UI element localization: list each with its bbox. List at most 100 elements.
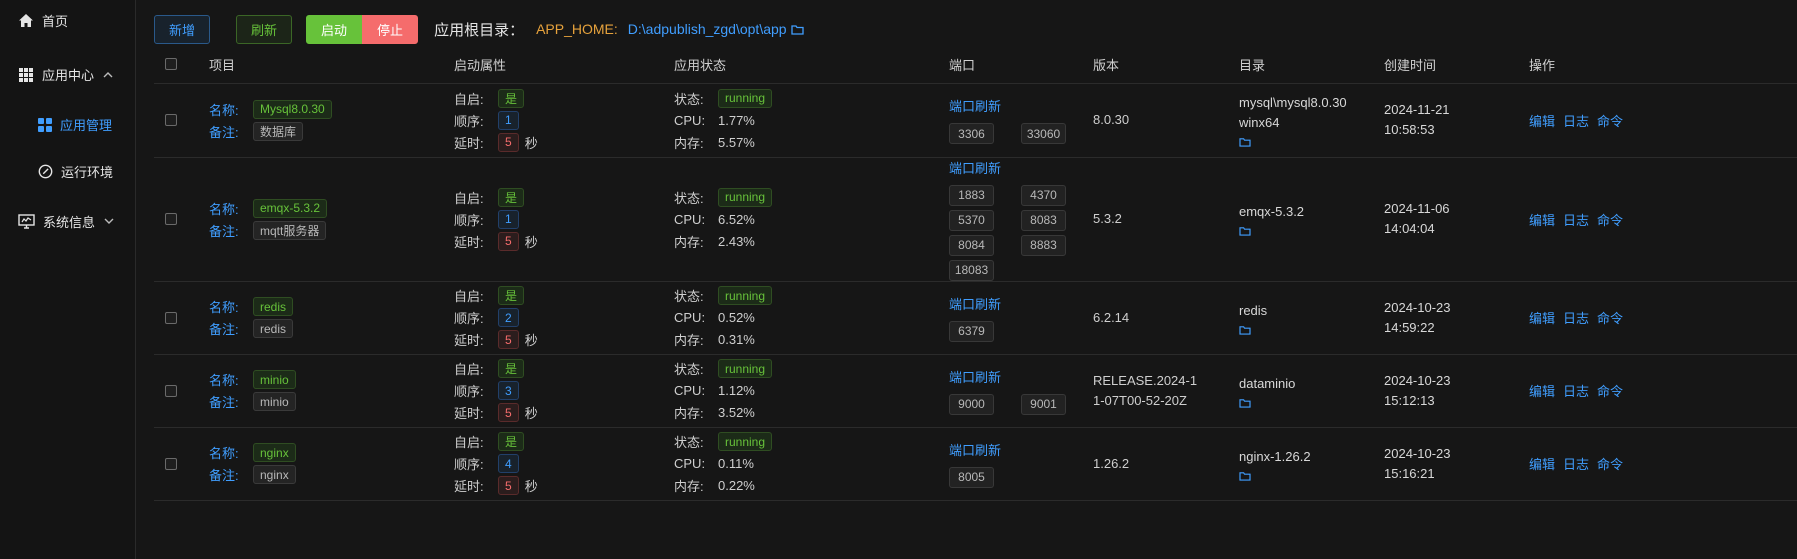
state-label: 状态: bbox=[674, 289, 704, 304]
port-cell: 端口刷新 3306 33060 bbox=[949, 83, 1093, 158]
start-attr-cell: 自启: 是 顺序: 2 延时: 5 秒 bbox=[454, 281, 674, 355]
stop-button[interactable]: 停止 bbox=[362, 14, 419, 44]
cpu-value: 0.11% bbox=[718, 456, 754, 471]
dir-name: mysql\mysql8.0.30 winx64 bbox=[1239, 95, 1347, 130]
edit-link[interactable]: 编辑 bbox=[1529, 384, 1555, 399]
delay-label: 延时: bbox=[454, 479, 484, 494]
log-link[interactable]: 日志 bbox=[1563, 213, 1589, 228]
autostart-tag: 是 bbox=[498, 88, 525, 108]
log-link[interactable]: 日志 bbox=[1563, 311, 1589, 326]
select-all-checkbox[interactable] bbox=[165, 58, 177, 71]
sidebar-item-app-center[interactable]: 应用中心 bbox=[18, 65, 113, 84]
edit-link[interactable]: 编辑 bbox=[1529, 213, 1555, 228]
cpu-value: 1.12% bbox=[718, 383, 755, 398]
order-label: 顺序: bbox=[454, 311, 484, 326]
autostart-tag: 是 bbox=[498, 432, 525, 451]
ops-cell: 编辑 日志 命令 bbox=[1529, 427, 1797, 501]
delay-tag: 5 bbox=[498, 132, 519, 152]
dir-cell: dataminio bbox=[1239, 354, 1384, 428]
sidebar-item-app-manage[interactable]: 应用管理 bbox=[38, 115, 112, 134]
cpu-value: 1.77% bbox=[718, 112, 755, 128]
note-label: 备注: bbox=[209, 124, 239, 140]
command-link[interactable]: 命令 bbox=[1597, 311, 1623, 326]
version-cell: 6.2.14 bbox=[1093, 281, 1239, 355]
folder-icon[interactable] bbox=[1239, 325, 1251, 335]
autostart-label: 自启: bbox=[454, 362, 484, 377]
folder-icon[interactable] bbox=[1239, 471, 1251, 481]
port-refresh-link[interactable]: 端口刷新 bbox=[949, 440, 1093, 459]
seconds-unit: 秒 bbox=[524, 234, 538, 250]
status-cell: 状态: running CPU: 0.52% 内存: 0.31% bbox=[674, 281, 949, 355]
edit-link[interactable]: 编辑 bbox=[1529, 114, 1555, 129]
sidebar-item-runtime-env[interactable]: 运行环境 bbox=[38, 162, 113, 181]
note-tag: redis bbox=[253, 319, 294, 338]
add-button[interactable]: 新增 bbox=[154, 14, 211, 44]
status-cell: 状态: running CPU: 1.77% 内存: 5.57% bbox=[674, 83, 949, 158]
name-label: 名称: bbox=[209, 373, 239, 388]
port-list: 8005 bbox=[949, 466, 1093, 488]
folder-icon[interactable] bbox=[1239, 226, 1251, 236]
command-link[interactable]: 命令 bbox=[1597, 213, 1623, 228]
row-checkbox[interactable] bbox=[165, 457, 177, 470]
command-link[interactable]: 命令 bbox=[1597, 114, 1623, 129]
port-badge: 8084 bbox=[949, 234, 994, 256]
created-time: 2024-10-23 15:12:13 bbox=[1384, 372, 1451, 408]
note-label: 备注: bbox=[209, 468, 239, 483]
row-checkbox[interactable] bbox=[165, 384, 177, 397]
table-row: 名称: Mysql8.0.30 备注: 数据库 自启: 是 顺序: 1 延时: 5 秒 状态… bbox=[154, 83, 1797, 158]
name-tag: nginx bbox=[253, 443, 296, 462]
select-all-cell bbox=[154, 46, 209, 84]
name-tag: minio bbox=[253, 370, 296, 389]
seconds-unit: 秒 bbox=[524, 135, 538, 151]
delay-tag: 5 bbox=[498, 403, 519, 422]
order-label: 顺序: bbox=[454, 384, 484, 399]
autostart-label: 自启: bbox=[454, 435, 484, 450]
refresh-button[interactable]: 刷新 bbox=[236, 14, 293, 44]
command-link[interactable]: 命令 bbox=[1597, 384, 1623, 399]
port-badge: 8883 bbox=[1021, 234, 1066, 256]
log-link[interactable]: 日志 bbox=[1563, 114, 1589, 129]
monitor-icon bbox=[18, 214, 35, 229]
folder-icon[interactable] bbox=[790, 24, 804, 35]
start-attr-cell: 自启: 是 顺序: 3 延时: 5 秒 bbox=[454, 354, 674, 428]
status-cell: 状态: running CPU: 1.12% 内存: 3.52% bbox=[674, 354, 949, 428]
seconds-unit: 秒 bbox=[524, 406, 538, 421]
name-tag: Mysql8.0.30 bbox=[253, 99, 332, 119]
status-cell: 状态: running CPU: 6.52% 内存: 2.43% bbox=[674, 157, 949, 282]
status-cell: 状态: running CPU: 0.11% 内存: 0.22% bbox=[674, 427, 949, 501]
sidebar-item-system-info[interactable]: 系统信息 bbox=[18, 212, 114, 231]
row-checkbox[interactable] bbox=[165, 213, 177, 225]
autostart-tag: 是 bbox=[498, 286, 525, 305]
folder-icon[interactable] bbox=[1239, 398, 1251, 408]
row-checkbox[interactable] bbox=[165, 114, 177, 126]
port-refresh-link[interactable]: 端口刷新 bbox=[949, 158, 1093, 177]
col-header-ops: 操作 bbox=[1529, 46, 1797, 84]
port-refresh-link[interactable]: 端口刷新 bbox=[949, 367, 1093, 386]
version-cell: 1.26.2 bbox=[1093, 427, 1239, 501]
edit-link[interactable]: 编辑 bbox=[1529, 311, 1555, 326]
created-cell: 2024-10-23 15:12:13 bbox=[1384, 354, 1529, 428]
row-checkbox[interactable] bbox=[165, 311, 177, 324]
delay-tag: 5 bbox=[498, 476, 519, 495]
order-tag: 2 bbox=[498, 308, 519, 327]
project-cell: 名称: emqx-5.3.2 备注: mqtt服务器 bbox=[209, 157, 454, 282]
apps-icon bbox=[38, 117, 52, 132]
ops-cell: 编辑 日志 命令 bbox=[1529, 83, 1797, 158]
port-list: 3306 33060 bbox=[949, 123, 1093, 144]
log-link[interactable]: 日志 bbox=[1563, 384, 1589, 399]
sidebar-item-home[interactable]: 首页 bbox=[18, 11, 68, 30]
start-button[interactable]: 启动 bbox=[306, 14, 363, 44]
delay-label: 延时: bbox=[454, 406, 484, 421]
port-refresh-link[interactable]: 端口刷新 bbox=[949, 294, 1093, 313]
port-refresh-link[interactable]: 端口刷新 bbox=[949, 96, 1093, 115]
table-row: 名称: nginx 备注: nginx 自启: 是 顺序: 4 延时: 5 秒 状态: run… bbox=[154, 427, 1797, 501]
folder-icon[interactable] bbox=[1239, 137, 1251, 147]
app-root-path[interactable]: D:\adpublish_zgd\opt\app bbox=[628, 21, 787, 37]
order-tag: 1 bbox=[498, 209, 519, 229]
version-value: 6.2.14 bbox=[1093, 309, 1130, 325]
edit-link[interactable]: 编辑 bbox=[1529, 457, 1555, 472]
log-link[interactable]: 日志 bbox=[1563, 457, 1589, 472]
command-link[interactable]: 命令 bbox=[1597, 457, 1623, 472]
dir-cell: nginx-1.26.2 bbox=[1239, 427, 1384, 501]
autostart-label: 自启: bbox=[454, 190, 484, 206]
